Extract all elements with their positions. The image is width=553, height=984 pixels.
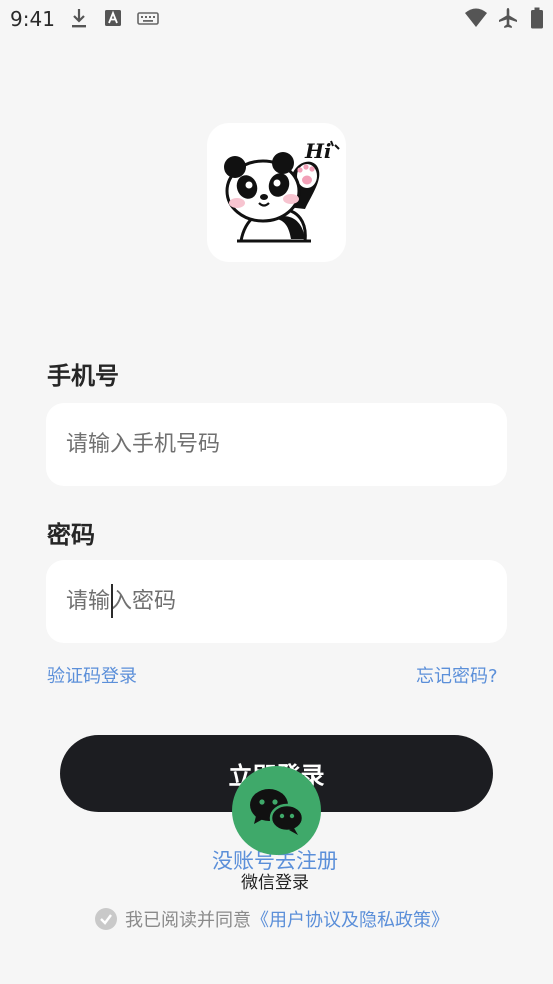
agreement-row: 我已阅读并同意 《用户协议及隐私政策》 — [95, 906, 449, 932]
login-screen: 9:41 Hi 手机号 请输入手机号码 密码 验证码登录 忘记密码? 没账号去注… — [0, 0, 553, 984]
wechat-icon — [250, 789, 305, 835]
phone-input[interactable] — [46, 403, 507, 486]
wechat-login-label: 微信登录 — [241, 873, 309, 893]
password-label: 密码 — [47, 521, 95, 549]
phone-input-box — [46, 403, 507, 486]
a-badge-icon — [105, 10, 121, 26]
agreement-link[interactable]: 《用户协议及隐私政策》 — [251, 906, 449, 932]
phone-label: 手机号 — [47, 362, 119, 390]
text-cursor — [111, 584, 113, 618]
agreement-checkbox[interactable] — [95, 908, 117, 930]
password-input-box — [46, 560, 507, 643]
logo-hi-text: Hi — [304, 139, 332, 163]
download-icon — [72, 9, 86, 28]
agreement-prefix: 我已阅读并同意 — [125, 910, 251, 931]
check-icon — [100, 914, 112, 925]
app-logo: Hi — [207, 123, 346, 262]
password-input[interactable] — [46, 560, 507, 643]
code-login-link[interactable]: 验证码登录 — [47, 662, 137, 688]
battery-icon — [531, 7, 543, 29]
airplane-icon — [499, 8, 517, 28]
status-bar: 9:41 — [0, 0, 553, 38]
keyboard-icon — [137, 12, 159, 25]
forgot-password-link[interactable]: 忘记密码? — [416, 662, 498, 688]
wifi-icon — [465, 8, 487, 27]
status-time: 9:41 — [10, 7, 55, 31]
wechat-login-button[interactable] — [232, 766, 321, 855]
panda-hi-icon: Hi — [224, 139, 340, 243]
